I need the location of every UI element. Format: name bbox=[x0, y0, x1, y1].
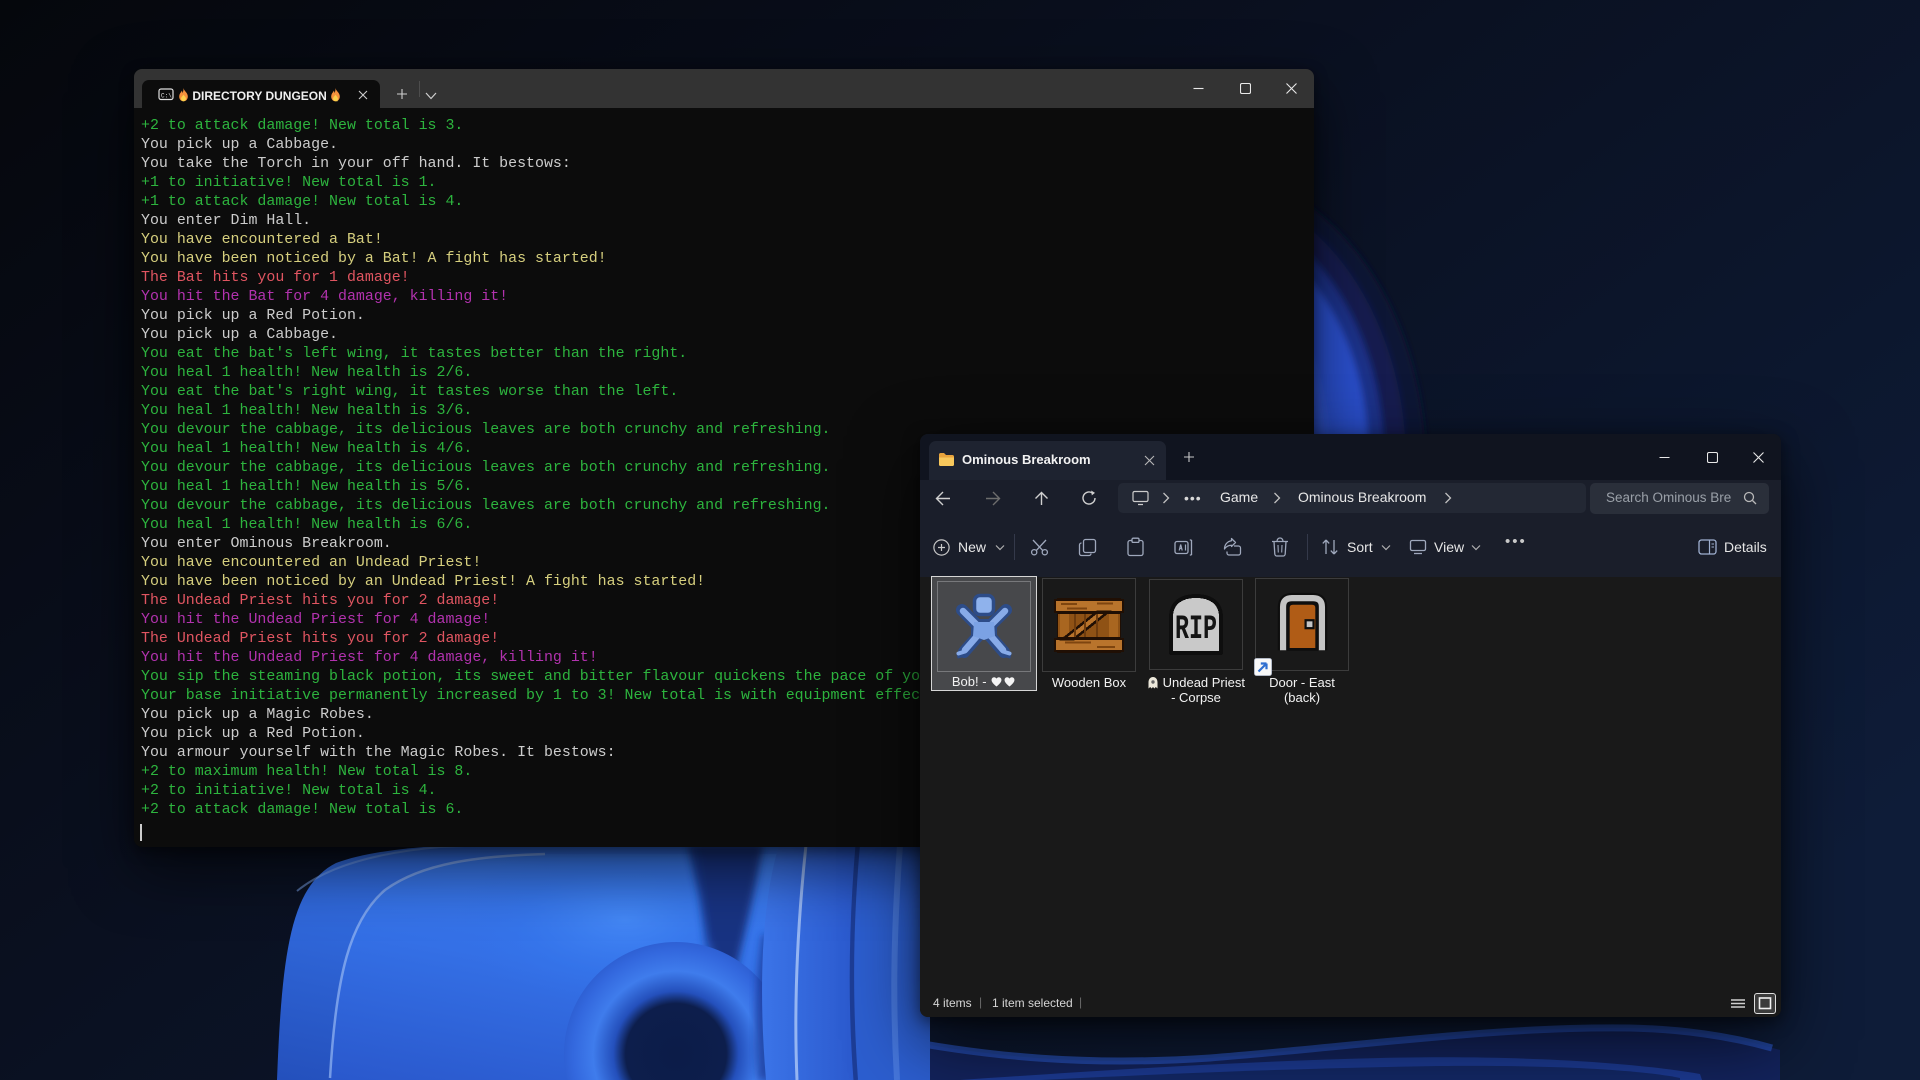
svg-text:C:\: C:\ bbox=[161, 93, 172, 100]
svg-text:RIP: RIP bbox=[1175, 611, 1217, 649]
